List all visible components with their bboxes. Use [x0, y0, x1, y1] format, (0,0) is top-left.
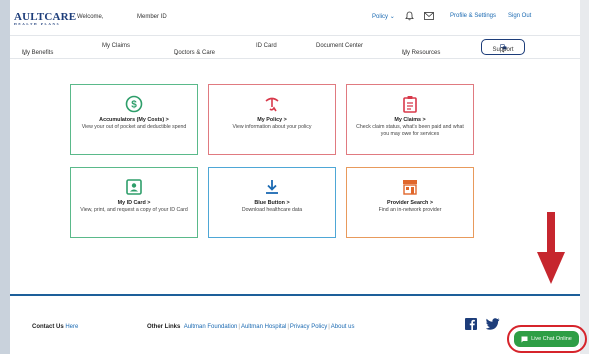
footer-link-about-us[interactable]: About us — [331, 324, 355, 330]
tile-description: View information about your policy — [232, 124, 312, 130]
contact-us: Contact Us Here — [32, 324, 78, 330]
policy-icon — [265, 97, 279, 112]
top-header: AULTCARE HEALTH PLANS Welcome, Member ID… — [10, 0, 580, 34]
tile-description: View your out of pocket and deductible s… — [81, 124, 187, 130]
mail-icon[interactable] — [424, 12, 434, 20]
tile-description: Download healthcare data — [241, 207, 303, 213]
footer-link-privacy-policy[interactable]: Privacy Policy — [290, 324, 327, 330]
contact-us-label: Contact Us — [32, 324, 64, 330]
nav-my-resources-label: My Resources — [402, 50, 441, 56]
tile-my-id-card[interactable]: My ID Card > View, print, and request a … — [70, 167, 198, 238]
tile-title: My Policy > — [257, 117, 287, 123]
policy-menu[interactable]: Policy ⌄ — [372, 13, 395, 20]
support-button[interactable]: Support ⌄ — [481, 39, 525, 55]
footer-divider — [10, 294, 580, 296]
bell-icon[interactable] — [405, 11, 414, 21]
link-separator: | — [238, 324, 240, 330]
member-id-text: Member ID — [137, 14, 167, 20]
nav-doctors-care-label: Doctors & Care — [174, 50, 216, 56]
tile-my-claims[interactable]: My Claims > Check claim status, what's b… — [346, 84, 474, 155]
tile-accumulators[interactable]: $ Accumulators (My Costs) > View your ou… — [70, 84, 198, 155]
tile-title: Provider Search > — [387, 200, 433, 206]
id-card-icon — [126, 179, 142, 195]
tile-blue-button[interactable]: Blue Button > Download healthcare data — [208, 167, 336, 238]
tile-title: Accumulators (My Costs) > — [99, 117, 169, 123]
link-separator: | — [328, 324, 330, 330]
chevron-down-icon: ⌄ — [402, 51, 408, 57]
policy-label: Policy — [372, 14, 389, 20]
tile-description: View, print, and request a copy of your … — [80, 207, 188, 213]
tile-provider-search[interactable]: Provider Search > Find an in-network pro… — [346, 167, 474, 238]
nav-document-center[interactable]: Document Center — [316, 43, 363, 49]
tile-description: Find an in-network provider — [378, 207, 442, 213]
aultcare-logo[interactable]: AULTCARE HEALTH PLANS — [14, 11, 76, 26]
welcome-text: Welcome, — [77, 14, 104, 20]
tile-title: Blue Button > — [254, 200, 290, 206]
live-chat-button[interactable]: Live Chat Online — [514, 331, 579, 347]
other-links: Other Links Aultman Foundation|Aultman H… — [147, 324, 354, 330]
nav-my-claims[interactable]: My Claims — [102, 43, 130, 49]
building-icon — [403, 180, 417, 195]
link-separator: | — [287, 324, 289, 330]
clipboard-icon — [403, 96, 417, 113]
download-icon — [266, 180, 278, 194]
page: AULTCARE HEALTH PLANS Welcome, Member ID… — [10, 0, 580, 354]
twitter-icon[interactable] — [486, 318, 500, 330]
profile-settings-link[interactable]: Profile & Settings — [450, 13, 496, 19]
svg-text:$: $ — [131, 100, 137, 111]
left-gutter — [0, 0, 10, 354]
main-nav: My Benefits ⌄ My Claims Doctors & Care ⌄… — [10, 35, 580, 59]
footer-link-aultman-foundation[interactable]: Aultman Foundation — [184, 324, 238, 330]
tile-my-policy[interactable]: My Policy > View information about your … — [208, 84, 336, 155]
tile-title: My Claims > — [394, 117, 426, 123]
sign-out-link[interactable]: Sign Out — [508, 13, 531, 19]
chevron-down-icon: ⌄ — [22, 51, 28, 57]
tile-description: Check claim status, what's been paid and… — [356, 124, 464, 137]
chevron-down-icon: ⌄ — [500, 48, 506, 54]
tile-title: My ID Card > — [117, 200, 151, 206]
other-links-label: Other Links — [147, 324, 181, 330]
live-chat-label: Live Chat Online — [531, 336, 572, 342]
dollar-icon: $ — [125, 95, 143, 113]
contact-here-link[interactable]: Here — [65, 324, 78, 330]
right-gutter — [580, 0, 589, 354]
facebook-icon[interactable] — [465, 318, 477, 330]
chevron-down-icon: ⌄ — [389, 14, 395, 20]
arrow-down-icon — [537, 212, 565, 284]
chat-icon — [521, 336, 528, 342]
nav-id-card[interactable]: ID Card — [256, 43, 277, 49]
footer-link-aultman-hospital[interactable]: Aultman Hospital — [241, 324, 286, 330]
chevron-down-icon: ⌄ — [174, 51, 180, 57]
